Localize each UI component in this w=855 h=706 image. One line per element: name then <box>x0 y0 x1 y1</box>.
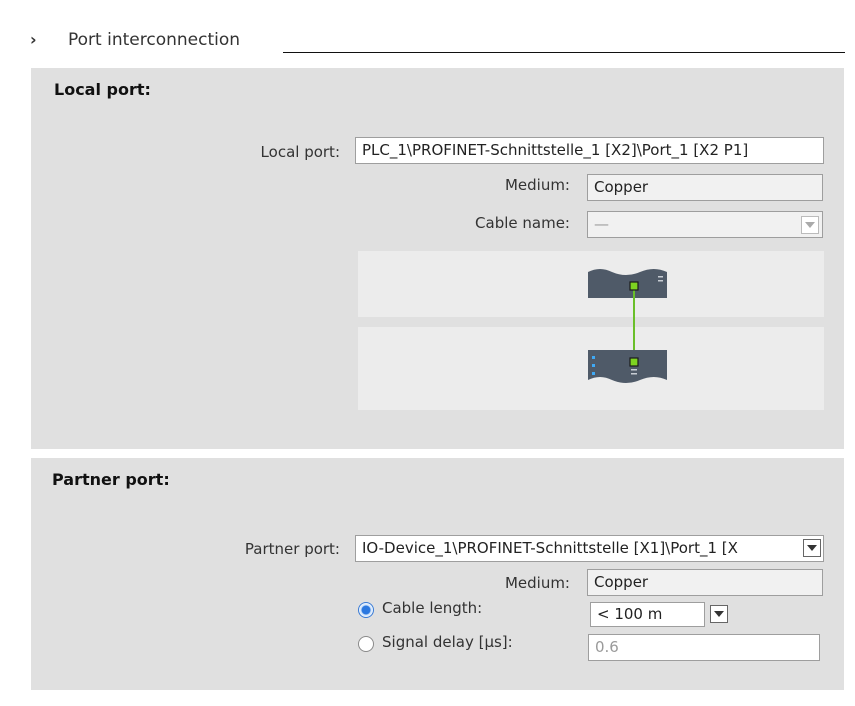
cable-name-select[interactable]: — <box>587 211 823 238</box>
local-port-icon <box>629 281 639 291</box>
partner-medium-label: Medium: <box>504 574 570 592</box>
chevron-down-icon <box>807 545 817 551</box>
local-device-shape <box>588 269 667 298</box>
cable-length-radio[interactable] <box>358 602 374 618</box>
chevron-right-icon[interactable]: › <box>30 30 37 49</box>
partner-port-dropdown-button[interactable] <box>803 539 821 557</box>
section-divider <box>283 52 845 53</box>
cable-length-select[interactable]: < 100 m <box>590 602 705 627</box>
local-port-heading: Local port: <box>54 80 151 99</box>
top-strip <box>0 0 855 22</box>
local-port-field: PLC_1\PROFINET-Schnittstelle_1 [X2]\Port… <box>355 137 824 164</box>
signal-delay-radio[interactable] <box>358 636 374 652</box>
cable-length-label[interactable]: Cable length: <box>382 599 482 617</box>
cable-length-dropdown-button[interactable] <box>710 605 728 623</box>
partner-port-icon <box>629 357 639 367</box>
partner-port-select[interactable]: IO-Device_1\PROFINET-Schnittstelle [X1]\… <box>355 535 824 562</box>
cable-name-dropdown-button[interactable] <box>801 216 819 234</box>
partner-port-label: Partner port: <box>244 540 340 558</box>
local-port-label: Local port: <box>260 143 340 161</box>
local-medium-field: Copper <box>587 174 823 201</box>
partner-device-shape <box>588 350 667 383</box>
chevron-down-icon <box>714 611 724 617</box>
signal-delay-input[interactable]: 0.6 <box>588 634 820 661</box>
local-medium-label: Medium: <box>504 176 570 194</box>
partner-port-heading: Partner port: <box>52 470 170 489</box>
port-connection-diagram <box>588 269 667 383</box>
chevron-down-icon <box>805 222 815 228</box>
section-title[interactable]: Port interconnection <box>68 30 240 50</box>
partner-medium-field: Copper <box>587 569 823 596</box>
cable-name-label: Cable name: <box>475 214 570 232</box>
signal-delay-label[interactable]: Signal delay [µs]: <box>382 633 513 651</box>
